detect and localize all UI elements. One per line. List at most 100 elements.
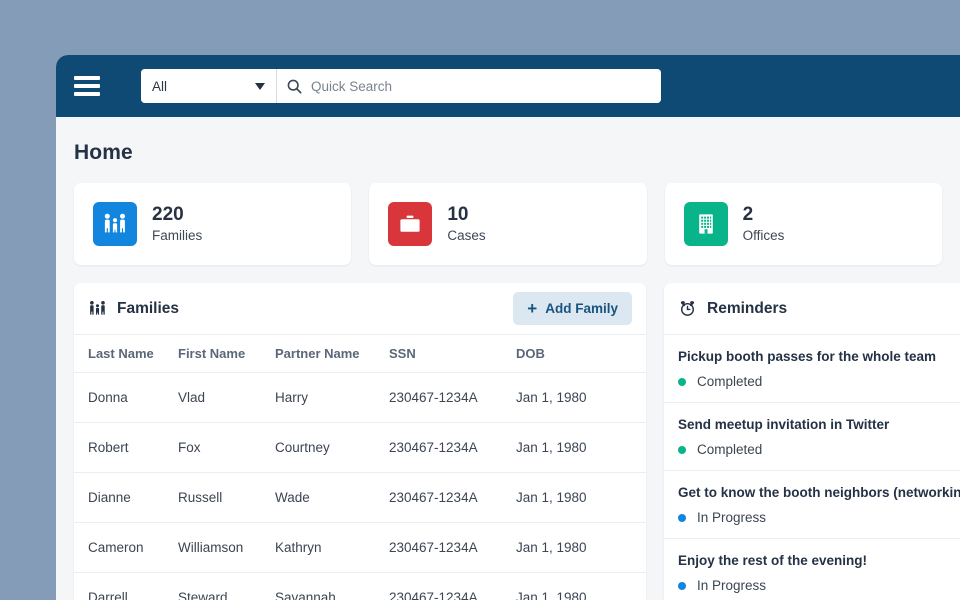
app-window: All Quick Search Home 220 Families 10 Ca… [56,55,960,600]
stat-card-text: 10 Cases [447,204,485,243]
cell-partner-name: Savannah [275,572,389,600]
status-badge: In Progress [697,510,767,525]
search-scope-select[interactable]: All [141,69,277,103]
stat-card-families[interactable]: 220 Families [74,183,352,265]
cell-first-name: Russell [178,472,275,523]
families-panel-header: Families + Add Family [74,283,646,335]
cell-last-name: Donna [74,372,178,423]
stat-value: 2 [742,204,754,226]
hamburger-bar [74,92,100,96]
column-header-dob[interactable]: DOB [516,335,646,373]
stat-card-text: 2 Offices [743,204,785,243]
status-dot-icon [678,513,686,522]
plus-icon: + [527,298,538,318]
alarm-clock-icon [680,301,695,316]
reminder-status: Completed [678,374,960,389]
reminder-status: Completed [678,442,960,457]
cell-last-name: Cameron [74,522,178,573]
table-row[interactable]: Dianne Russell Wade 230467-1234A Jan 1, … [74,472,646,523]
list-item[interactable]: Enjoy the rest of the evening! In Progre… [664,539,960,600]
cell-first-name: Williamson [178,522,275,573]
families-panel-title: Families [117,299,180,317]
reminder-text: Enjoy the rest of the evening! [678,553,868,568]
column-header-first-name[interactable]: First Name [178,335,275,373]
search-scope-value: All [152,78,168,94]
families-panel: Families + Add Family Last Name First Na… [74,283,646,600]
status-dot-icon [678,445,686,454]
stat-card-offices[interactable]: 2 Offices [664,183,942,265]
column-header-last-name[interactable]: Last Name [74,335,178,373]
reminders-panel-header: Reminders [664,283,960,335]
status-badge: Completed [697,374,763,389]
cell-ssn: 230467-1234A [389,472,516,523]
reminders-panel: Reminders Pickup booth passes for the wh… [664,283,960,600]
stat-label: Cases [447,228,486,244]
list-item[interactable]: Get to know the booth neighbors (network… [664,471,960,539]
cell-dob: Jan 1, 1980 [516,472,646,523]
list-item[interactable]: Send meetup invitation in Twitter Comple… [664,403,960,471]
panel-row: Families + Add Family Last Name First Na… [74,283,960,600]
top-navigation-bar: All Quick Search [56,55,960,117]
reminder-text: Get to know the booth neighbors (network… [678,485,960,500]
table-row[interactable]: Donna Vlad Harry 230467-1234A Jan 1, 198… [74,372,646,423]
status-dot-icon [678,581,686,590]
table-header-row: Last Name First Name Partner Name SSN DO… [74,335,646,373]
reminder-status: In Progress [678,510,960,525]
stat-card-text: 220 Families [152,204,202,243]
cell-last-name: Dianne [74,472,178,523]
status-dot-icon [678,377,686,386]
search-bar: All Quick Search [141,69,661,103]
stat-card-cases[interactable]: 10 Cases [369,183,647,265]
chevron-down-icon [255,82,265,90]
cell-first-name: Steward [178,572,275,600]
status-badge: In Progress [697,578,767,593]
cell-last-name: Darrell [74,572,178,600]
page-content: Home 220 Families 10 Cases 2 Offices Fam… [56,117,960,600]
table-row[interactable]: Robert Fox Courtney 230467-1234A Jan 1, … [74,422,646,473]
cell-ssn: 230467-1234A [389,572,516,600]
families-table-head: Last Name First Name Partner Name SSN DO… [74,335,646,373]
cell-dob: Jan 1, 1980 [516,522,646,573]
add-family-button[interactable]: + Add Family [513,292,632,325]
cell-partner-name: Wade [275,472,389,523]
status-badge: Completed [697,442,763,457]
families-table: Last Name First Name Partner Name SSN DO… [74,335,646,600]
cell-dob: Jan 1, 1980 [516,572,646,600]
hamburger-menu-icon[interactable] [74,76,100,96]
cell-dob: Jan 1, 1980 [516,372,646,423]
family-icon [93,202,137,246]
stat-value: 10 [447,204,469,226]
stat-label: Families [152,228,203,244]
column-header-partner-name[interactable]: Partner Name [275,335,389,373]
hamburger-bar [74,76,100,80]
table-row[interactable]: Cameron Williamson Kathryn 230467-1234A … [74,522,646,573]
column-header-ssn[interactable]: SSN [389,335,516,373]
family-icon [90,300,105,315]
families-table-body: Donna Vlad Harry 230467-1234A Jan 1, 198… [74,372,646,600]
cell-last-name: Robert [74,422,178,473]
cell-first-name: Vlad [178,372,275,423]
stat-value: 220 [152,204,184,226]
search-input-placeholder: Quick Search [311,78,393,94]
table-row[interactable]: Darrell Steward Savannah 230467-1234A Ja… [74,572,646,600]
reminder-status: In Progress [678,578,960,593]
cell-dob: Jan 1, 1980 [516,422,646,473]
add-family-button-label: Add Family [545,301,618,316]
stat-label: Offices [742,228,785,244]
page-title: Home [74,141,133,164]
cell-partner-name: Kathryn [275,522,389,573]
cell-partner-name: Courtney [275,422,389,473]
list-item[interactable]: Pickup booth passes for the whole team C… [664,335,960,403]
search-icon [287,79,302,94]
reminders-panel-title: Reminders [707,299,788,317]
stat-card-row: 220 Families 10 Cases 2 Offices [74,183,942,265]
search-input-wrapper[interactable]: Quick Search [277,69,661,103]
cell-ssn: 230467-1234A [389,372,516,423]
reminder-text: Send meetup invitation in Twitter [678,417,890,432]
reminder-text: Pickup booth passes for the whole team [678,349,937,364]
cell-partner-name: Harry [275,372,389,423]
hamburger-bar [74,84,100,88]
office-building-icon [683,202,728,246]
cell-ssn: 230467-1234A [389,422,516,473]
cell-first-name: Fox [178,422,275,473]
